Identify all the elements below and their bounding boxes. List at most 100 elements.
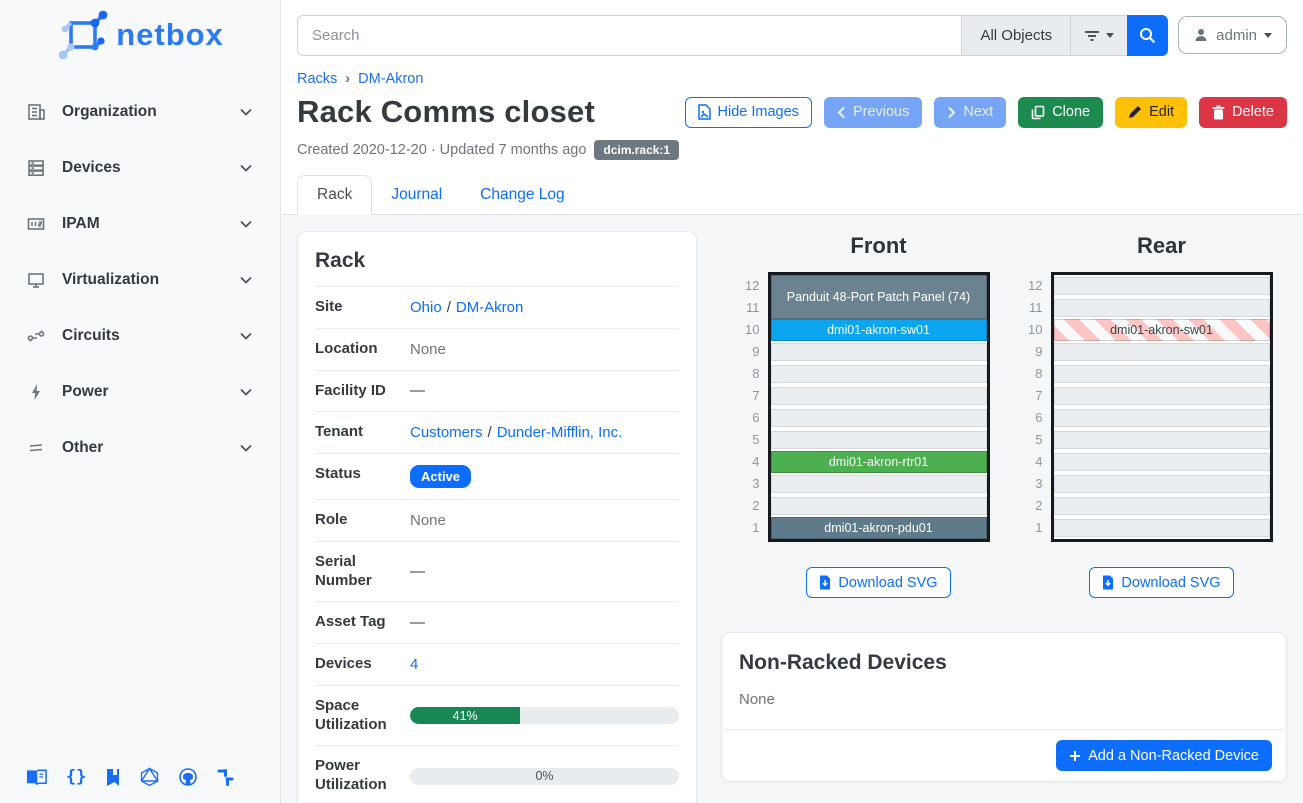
- image-file-icon: [698, 104, 711, 120]
- edit-button[interactable]: Edit: [1115, 97, 1187, 128]
- clone-button[interactable]: Clone: [1018, 97, 1103, 128]
- empty-rack-slot[interactable]: [1054, 451, 1270, 473]
- empty-rack-slot[interactable]: [771, 341, 987, 363]
- user-icon: [1193, 27, 1209, 43]
- unit-label: 3: [1019, 473, 1043, 495]
- sidebar-item-virtualization[interactable]: Virtualization: [0, 252, 280, 308]
- breadcrumb-link-site[interactable]: DM-Akron: [358, 71, 423, 87]
- empty-slot-face: [1054, 431, 1270, 449]
- page-title: Rack Comms closet: [297, 94, 595, 130]
- empty-rack-slot[interactable]: [771, 495, 987, 517]
- delete-button[interactable]: Delete: [1199, 97, 1287, 128]
- empty-rack-slot[interactable]: [1054, 495, 1270, 517]
- download-svg-front-button[interactable]: Download SVG: [806, 567, 950, 598]
- tab-journal[interactable]: Journal: [372, 176, 461, 214]
- empty-rack-slot[interactable]: [1054, 385, 1270, 407]
- unit-label: 12: [1019, 275, 1043, 297]
- breadcrumb-link-racks[interactable]: Racks: [297, 71, 337, 87]
- empty-slot-face: [771, 343, 987, 361]
- empty-rack-slot[interactable]: [1054, 363, 1270, 385]
- rack-device[interactable]: dmi01-akron-rtr01: [771, 451, 987, 473]
- empty-rack-slot[interactable]: [771, 363, 987, 385]
- empty-slot-face: [1054, 453, 1270, 471]
- object-id-badge: dcim.rack:1: [594, 140, 679, 160]
- table-row-role: Role None: [315, 499, 679, 541]
- empty-rack-slot[interactable]: [1054, 275, 1270, 297]
- netbox-wordmark: netbox: [116, 17, 224, 53]
- tab-rack[interactable]: Rack: [297, 175, 372, 215]
- rack-device[interactable]: dmi01-akron-sw01: [771, 319, 987, 341]
- rack-info-table: Site Ohio / DM-Akron Location None Facil…: [315, 286, 679, 803]
- tenant-group-link[interactable]: Customers: [410, 424, 483, 441]
- docs-book-icon[interactable]: [26, 768, 47, 786]
- tab-bar: Rack Journal Change Log: [281, 175, 1303, 215]
- sidebar-item-ipam[interactable]: IPAM: [0, 196, 280, 252]
- sidebar-item-label: Virtualization: [62, 271, 236, 289]
- previous-button[interactable]: Previous: [824, 97, 922, 128]
- sidebar-item-label: Power: [62, 383, 236, 401]
- empty-rack-slot[interactable]: [771, 473, 987, 495]
- sidebar-item-label: Circuits: [62, 327, 236, 345]
- chevron-down-icon: [236, 102, 256, 122]
- rack-device[interactable]: Panduit 48-Port Patch Panel (74): [771, 275, 987, 319]
- sidebar-item-organization[interactable]: Organization: [0, 84, 280, 140]
- search-submit-button[interactable]: [1127, 15, 1168, 56]
- search-scope-button[interactable]: All Objects: [961, 15, 1070, 56]
- site-group-link[interactable]: Ohio: [410, 299, 442, 316]
- tab-change-log[interactable]: Change Log: [461, 176, 583, 214]
- sidebar-item-circuits[interactable]: Circuits: [0, 308, 280, 364]
- unit-number-column: 121110987654321: [1019, 272, 1043, 542]
- sidebar: netbox Organization Devices: [0, 0, 281, 803]
- rear-rack-box: dmi01-akron-sw01: [1051, 272, 1273, 542]
- sidebar-item-devices[interactable]: Devices: [0, 140, 280, 196]
- empty-slot-face: [1054, 277, 1270, 295]
- rear-elevation: Rear 121110987654321 dmi01-akron-sw01: [1019, 231, 1273, 598]
- tenant-link[interactable]: Dunder-Mifflin, Inc.: [497, 424, 623, 441]
- sidebar-item-power[interactable]: Power: [0, 364, 280, 420]
- non-racked-devices-card: Non-Racked Devices None Add a Non-Racked…: [721, 632, 1287, 782]
- rack-elevations: Front 121110987654321 Panduit 48-Port Pa…: [721, 231, 1287, 598]
- empty-rack-slot[interactable]: [771, 385, 987, 407]
- unit-label: 9: [1019, 341, 1043, 363]
- user-menu-button[interactable]: admin: [1178, 16, 1287, 54]
- empty-rack-slot[interactable]: [771, 407, 987, 429]
- chevron-down-icon: [1264, 33, 1272, 38]
- devices-count-link[interactable]: 4: [410, 656, 418, 673]
- rack-device[interactable]: dmi01-akron-sw01: [1054, 319, 1270, 341]
- chevron-down-icon: [236, 326, 256, 346]
- unit-label: 10: [736, 319, 760, 341]
- sidebar-item-other[interactable]: Other: [0, 420, 280, 476]
- api-docs-bookmark-icon[interactable]: [105, 768, 121, 787]
- hide-images-button[interactable]: Hide Images: [685, 97, 812, 128]
- search-input[interactable]: [297, 15, 961, 56]
- empty-rack-slot[interactable]: [771, 429, 987, 451]
- empty-rack-slot[interactable]: [1054, 341, 1270, 363]
- chevron-down-icon: [236, 158, 256, 178]
- chevron-right-icon: [947, 106, 956, 119]
- slack-icon[interactable]: [217, 768, 236, 787]
- empty-slot-face: [771, 365, 987, 383]
- rack-device[interactable]: dmi01-akron-pdu01: [771, 517, 987, 539]
- chevron-down-icon: [1106, 33, 1114, 38]
- empty-slot-face: [1054, 475, 1270, 493]
- empty-rack-slot[interactable]: [1054, 297, 1270, 319]
- empty-rack-slot[interactable]: [1054, 517, 1270, 539]
- unit-label: 11: [1019, 297, 1043, 319]
- github-icon[interactable]: [178, 767, 198, 787]
- site-link[interactable]: DM-Akron: [456, 299, 524, 316]
- top-bar: All Objects: [281, 0, 1303, 56]
- search-filter-button[interactable]: [1070, 15, 1127, 56]
- empty-slot-face: [771, 497, 987, 515]
- empty-rack-slot[interactable]: [1054, 429, 1270, 451]
- empty-rack-slot[interactable]: [1054, 473, 1270, 495]
- global-search: All Objects: [297, 15, 1168, 56]
- netbox-logo[interactable]: netbox: [0, 0, 280, 74]
- graphql-icon[interactable]: [140, 767, 159, 787]
- add-non-racked-device-button[interactable]: Add a Non-Racked Device: [1056, 740, 1272, 771]
- rest-api-braces-icon[interactable]: {}: [66, 767, 86, 787]
- tab-content: Rack Site Ohio / DM-Akron Location None: [281, 215, 1303, 803]
- download-svg-rear-button[interactable]: Download SVG: [1089, 567, 1233, 598]
- next-button[interactable]: Next: [934, 97, 1006, 128]
- empty-rack-slot[interactable]: [1054, 407, 1270, 429]
- empty-slot-face: [1054, 519, 1270, 537]
